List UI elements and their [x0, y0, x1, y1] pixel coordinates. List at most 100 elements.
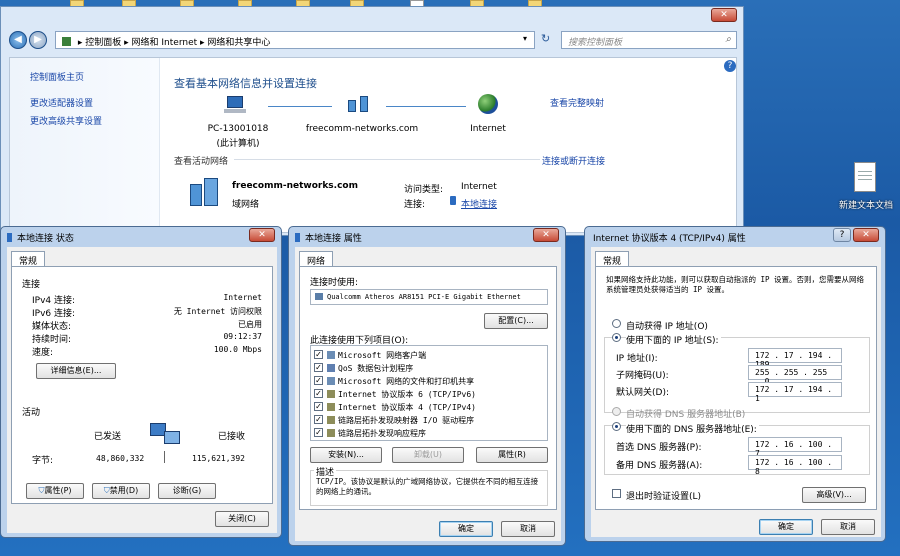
cancel-button[interactable]: 取消 [821, 519, 875, 535]
tab-general[interactable]: 常规 [595, 251, 630, 267]
item-label: QoS 数据包计划程序 [338, 364, 414, 373]
list-item[interactable]: ✓ QoS 数据包计划程序 [314, 362, 544, 374]
status-rows: IPv4 连接: Internet IPv6 连接: 无 Internet 访问权限… [32, 293, 262, 358]
item-checkbox[interactable]: ✓ [314, 415, 323, 424]
connection-label: 连接: [404, 200, 426, 210]
link-advanced-sharing[interactable]: 更改高级共享设置 [30, 114, 102, 127]
auto-dns-label: 自动获得 DNS 服务器地址(B) [626, 410, 746, 420]
breadcrumb-control-panel[interactable]: 控制面板 [85, 38, 121, 48]
list-item[interactable]: ✓ Microsoft 网络的文件和打印机共享 [314, 375, 544, 387]
intro-text: 如果网络支持此功能，则可以获取自动指派的 IP 设置。否则，您需要从网络系统管理… [606, 275, 865, 294]
close-dialog-button[interactable]: 关闭(C) [215, 511, 269, 527]
list-item[interactable]: ✓ Internet 协议版本 4 (TCP/IPv4) [314, 401, 544, 413]
properties-button[interactable]: ⛉属性(P) [26, 483, 84, 499]
ip-address-input[interactable]: 172 . 17 . 194 . 189 [748, 348, 842, 369]
protocol-icon [327, 390, 335, 398]
item-checkbox[interactable]: ✓ [314, 376, 323, 385]
item-checkbox[interactable]: ✓ [314, 350, 323, 359]
bytes-sent: 48,860,332 [96, 454, 145, 463]
item-label: 链路层拓扑发现响应程序 [338, 429, 426, 438]
properties-label: 属性(P) [44, 486, 72, 495]
uninstall-button[interactable]: 卸载(U) [392, 447, 464, 463]
item-checkbox[interactable]: ✓ [314, 402, 323, 411]
help-button[interactable]: ? [833, 228, 851, 242]
diagnose-button[interactable]: 诊断(G) [158, 483, 216, 499]
network-sharing-window: ✕ ◀ ▶ ▸ 控制面板 ▸ 网络和 Internet ▸ 网络和共享中心 ▾ … [0, 6, 744, 236]
refresh-icon[interactable]: ↻ [541, 32, 550, 45]
list-item[interactable]: ✓ 链路层拓扑发现映射器 I/O 驱动程序 [314, 414, 544, 426]
address-bar[interactable]: ▸ 控制面板 ▸ 网络和 Internet ▸ 网络和共享中心 [55, 31, 535, 49]
install-button[interactable]: 安装(N)... [310, 447, 382, 463]
manual-dns-radio[interactable] [612, 422, 621, 431]
auto-dns-radio[interactable] [612, 407, 621, 416]
address-dropdown-icon[interactable]: ▾ [523, 34, 527, 43]
ok-button[interactable]: 确定 [439, 521, 493, 537]
tab-network[interactable]: 网络 [299, 251, 334, 267]
item-label: Internet 协议版本 4 (TCP/IPv4) [338, 403, 476, 412]
row-value: 100.0 Mbps [213, 345, 262, 354]
gateway-input[interactable]: 172 . 17 . 194 . 1 [748, 382, 842, 403]
manual-ip-radio[interactable] [612, 333, 621, 342]
tab-general[interactable]: 常规 [11, 251, 46, 267]
dialog-title: Internet 协议版本 4 (TCP/IPv4) 属性 [593, 234, 746, 244]
bytes-label: 字节: [32, 456, 54, 466]
back-button[interactable]: ◀ [9, 31, 27, 49]
configure-button[interactable]: 配置(C)... [484, 313, 548, 329]
link-change-adapter[interactable]: 更改适配器设置 [30, 96, 93, 109]
control-panel-icon [62, 37, 71, 46]
link-connect-disconnect[interactable]: 连接或断开连接 [542, 154, 605, 167]
item-properties-button[interactable]: 属性(R) [476, 447, 548, 463]
items-list[interactable]: ✓ Microsoft 网络客户端 ✓ QoS 数据包计划程序 ✓ Microsoft… [310, 345, 548, 441]
cancel-button[interactable]: 取消 [501, 521, 555, 537]
validate-checkbox[interactable] [612, 489, 621, 498]
ip-label: IP 地址(I): [616, 354, 658, 364]
adapter-icon [315, 293, 323, 300]
close-button[interactable]: ✕ [711, 8, 737, 22]
row-value: 09:12:37 [223, 332, 262, 341]
item-label: Internet 协议版本 6 (TCP/IPv6) [338, 390, 476, 399]
list-item[interactable]: ✓ Internet 协议版本 6 (TCP/IPv6) [314, 388, 544, 400]
row-label: 速度: [32, 348, 54, 358]
status-row: 媒体状态: 已启用 [32, 319, 262, 332]
link-local-connection[interactable]: 本地连接 [461, 197, 497, 210]
close-button[interactable]: ✕ [249, 228, 275, 242]
divider [234, 159, 540, 160]
list-item[interactable]: ✓ 链路层拓扑发现响应程序 [314, 427, 544, 439]
bytes-received: 115,621,392 [192, 454, 245, 463]
ok-button[interactable]: 确定 [759, 519, 813, 535]
adapter-name: Qualcomm Atheros AR8151 PCI-E Gigabit Et… [327, 293, 521, 301]
alternate-dns-input[interactable]: 172 . 16 . 100 . 8 [748, 455, 842, 476]
link-full-map[interactable]: 查看完整映射 [550, 96, 604, 109]
link-control-panel-home[interactable]: 控制面板主页 [30, 70, 84, 83]
preferred-dns-input[interactable]: 172 . 16 . 100 . 7 [748, 437, 842, 458]
protocol-icon [327, 403, 335, 411]
item-checkbox[interactable]: ✓ [314, 363, 323, 372]
forward-button[interactable]: ▶ [29, 31, 47, 49]
search-input[interactable]: 搜索控制面板 ⌕ [561, 31, 737, 49]
details-button[interactable]: 详细信息(E)... [36, 363, 116, 379]
left-pane: 控制面板主页 更改适配器设置 更改高级共享设置 [10, 58, 160, 234]
item-checkbox[interactable]: ✓ [314, 389, 323, 398]
close-button[interactable]: ✕ [853, 228, 879, 242]
subnet-mask-input[interactable]: 255 . 255 . 255 . 0 [748, 365, 842, 386]
advanced-button[interactable]: 高级(V)... [802, 487, 866, 503]
page-title: 查看基本网络信息并设置连接 [174, 77, 317, 90]
activity-computers-icon [150, 421, 184, 447]
breadcrumb-network-center[interactable]: 网络和共享中心 [207, 38, 270, 48]
help-icon[interactable]: ? [724, 60, 736, 72]
desktop-text-file[interactable]: 新建文本文档 [838, 162, 894, 212]
node-internet: Internet [470, 124, 506, 134]
sent-label: 已发送 [94, 432, 122, 442]
window-content: 控制面板主页 更改适配器设置 更改高级共享设置 ? 查看基本网络信息并设置连接 … [9, 57, 737, 234]
auto-ip-radio[interactable] [612, 319, 621, 328]
list-item[interactable]: ✓ Microsoft 网络客户端 [314, 349, 544, 361]
breadcrumb-network-internet[interactable]: 网络和 Internet [132, 38, 198, 48]
item-label: Microsoft 网络客户端 [338, 351, 427, 360]
disable-label: 禁用(D) [109, 486, 139, 495]
ethernet-icon [295, 233, 300, 242]
item-checkbox[interactable]: ✓ [314, 428, 323, 437]
close-button[interactable]: ✕ [533, 228, 559, 242]
disable-button[interactable]: ⛉禁用(D) [92, 483, 150, 499]
search-placeholder: 搜索控制面板 [568, 38, 623, 48]
dialog-body: 常规 连接 IPv4 连接: Internet IPv6 连接: 无 Interne… [7, 247, 277, 533]
